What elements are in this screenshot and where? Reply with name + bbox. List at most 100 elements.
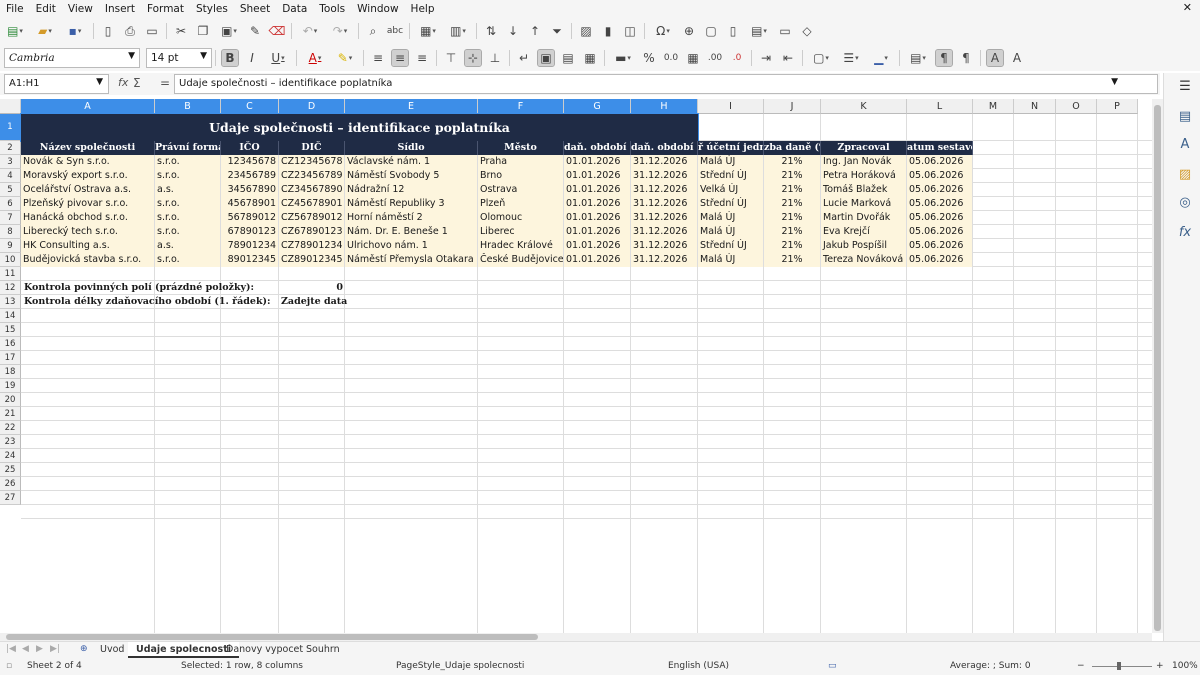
unmerge-cells-icon[interactable]: ▦ [582, 50, 598, 66]
table-cell[interactable]: Velká ÚJ [698, 183, 763, 197]
column-header-o[interactable]: O [1056, 99, 1097, 114]
align-top-icon[interactable]: ⊤ [443, 50, 459, 66]
column-header-d[interactable]: D [279, 99, 345, 114]
table-cell[interactable]: Novák & Syn s.r.o. [21, 155, 154, 169]
table-cell[interactable]: 21% [764, 155, 820, 169]
comment-icon[interactable]: ▢ [703, 23, 719, 39]
column-title[interactable]: daň. období o [564, 141, 631, 155]
row-header-10[interactable]: 10 [0, 253, 21, 267]
table-cell[interactable]: Střední ÚJ [698, 239, 763, 253]
scroll-thumb[interactable] [6, 634, 538, 640]
clear-formatting-icon[interactable]: ⌫ [269, 23, 286, 39]
table-cell[interactable]: 31.12.2026 [631, 225, 697, 239]
menu-item-file[interactable]: File [0, 3, 30, 15]
table-cell[interactable]: Ocelářství Ostrava a.s. [21, 183, 154, 197]
table-cell[interactable]: Martin Dvořák [821, 211, 906, 225]
table-cell[interactable]: Moravský export s.r.o. [21, 169, 154, 183]
prev-sheet-icon[interactable]: ◀ [22, 644, 29, 654]
row-header-19[interactable]: 19 [0, 379, 21, 393]
table-cell[interactable]: 89012345 [221, 253, 278, 267]
table-cell[interactable]: 56789012 [221, 211, 278, 225]
row-header-21[interactable]: 21 [0, 407, 21, 421]
row-header-16[interactable]: 16 [0, 337, 21, 351]
check-value[interactable]: Zadejte data [279, 295, 349, 309]
row-header-6[interactable]: 6 [0, 197, 21, 211]
column-header-m[interactable]: M [973, 99, 1014, 114]
table-cell[interactable]: 45678901 [221, 197, 278, 211]
chevron-down-icon[interactable]: ▼ [200, 51, 207, 61]
table-cell[interactable]: Malá ÚJ [698, 225, 763, 239]
column-title[interactable]: Sídlo [345, 141, 478, 155]
column-header-e[interactable]: E [345, 99, 478, 114]
date-format-icon[interactable]: ▦ [685, 50, 701, 66]
row-header-2[interactable]: 2 [0, 141, 21, 155]
column-header-k[interactable]: K [821, 99, 907, 114]
table-cell[interactable]: CZ12345678 [279, 155, 344, 169]
table-cell[interactable]: CZ78901234 [279, 239, 344, 253]
menu-item-format[interactable]: Format [141, 3, 190, 15]
sum-icon[interactable]: Σ [133, 76, 141, 90]
new-icon[interactable]: ▤ [3, 23, 27, 39]
table-cell[interactable]: a.s. [155, 183, 220, 197]
table-cell[interactable]: 21% [764, 197, 820, 211]
merge-center-icon[interactable]: ▣ [537, 49, 555, 67]
zoom-slider-handle[interactable] [1117, 662, 1121, 670]
clone-formatting-icon[interactable]: ✎ [247, 23, 263, 39]
undo-icon[interactable]: ↶ [298, 23, 322, 39]
copy-icon[interactable]: ❐ [195, 23, 211, 39]
table-cell[interactable]: 01.01.2026 [564, 169, 630, 183]
menu-item-view[interactable]: View [62, 3, 99, 15]
table-cell[interactable]: 31.12.2026 [631, 155, 697, 169]
column-title[interactable]: Právní forma [155, 141, 221, 155]
first-sheet-icon[interactable]: |◀ [6, 644, 16, 654]
show-draw-functions-icon[interactable]: ◇ [799, 23, 815, 39]
save-icon[interactable]: ▪ [63, 23, 87, 39]
vertical-scrollbar[interactable] [1152, 99, 1163, 633]
menu-item-tools[interactable]: Tools [313, 3, 351, 15]
italic-icon[interactable]: I [244, 50, 260, 66]
row-header-14[interactable]: 14 [0, 309, 21, 323]
align-left-icon[interactable]: ≡ [370, 50, 386, 66]
text-direction-icon[interactable]: A [986, 49, 1004, 67]
column-title[interactable]: daň. období d [631, 141, 698, 155]
table-cell[interactable]: Lucie Marková [821, 197, 906, 211]
table-cell[interactable]: 01.01.2026 [564, 211, 630, 225]
table-cell[interactable]: Petra Horáková [821, 169, 906, 183]
next-sheet-icon[interactable]: ▶ [36, 644, 43, 654]
tab-uvod[interactable]: Uvod [92, 642, 132, 658]
wrap-text-icon[interactable]: ↵ [516, 50, 532, 66]
border-style-icon[interactable]: ☰ [839, 50, 863, 66]
selection-mode-icon[interactable]: ▭ [828, 658, 837, 675]
borders-icon[interactable]: ▢ [809, 50, 833, 66]
row-header-22[interactable]: 22 [0, 421, 21, 435]
expand-formula-icon[interactable]: ▼ [1111, 77, 1118, 87]
column-title[interactable]: atum sestaven [907, 141, 973, 155]
row-header-27[interactable]: 27 [0, 491, 21, 505]
sort-icon[interactable]: ⇅ [483, 23, 499, 39]
font-name-box[interactable]: Cambria ▼ [4, 48, 140, 68]
table-cell[interactable]: 21% [764, 211, 820, 225]
column-title[interactable]: IČO [221, 141, 279, 155]
row-header-3[interactable]: 3 [0, 155, 21, 169]
table-cell[interactable]: Nádražní 12 [345, 183, 477, 197]
open-icon[interactable]: ▰ [33, 23, 57, 39]
column-header-b[interactable]: B [155, 99, 221, 114]
table-cell[interactable]: Budějovická stavba s.r.o. [21, 253, 154, 267]
table-cell[interactable]: 34567890 [221, 183, 278, 197]
row-header-9[interactable]: 9 [0, 239, 21, 253]
table-cell[interactable]: Nám. Dr. E. Beneše 1 [345, 225, 477, 239]
chevron-down-icon[interactable]: ▼ [96, 77, 103, 87]
add-decimal-icon[interactable]: .00 [707, 50, 723, 66]
table-cell[interactable]: 21% [764, 225, 820, 239]
table-cell[interactable]: CZ34567890 [279, 183, 344, 197]
table-cell[interactable]: Olomouc [478, 211, 563, 225]
table-cell[interactable]: 05.06.2026 [907, 225, 972, 239]
table-cell[interactable]: 01.01.2026 [564, 183, 630, 197]
row-header-24[interactable]: 24 [0, 449, 21, 463]
column-title[interactable]: Název společnosti [21, 141, 155, 155]
table-cell[interactable]: 05.06.2026 [907, 211, 972, 225]
redo-icon[interactable]: ↷ [328, 23, 352, 39]
table-cell[interactable]: Hanácká obchod s.r.o. [21, 211, 154, 225]
table-cell[interactable]: 21% [764, 239, 820, 253]
table-cell[interactable]: 31.12.2026 [631, 169, 697, 183]
